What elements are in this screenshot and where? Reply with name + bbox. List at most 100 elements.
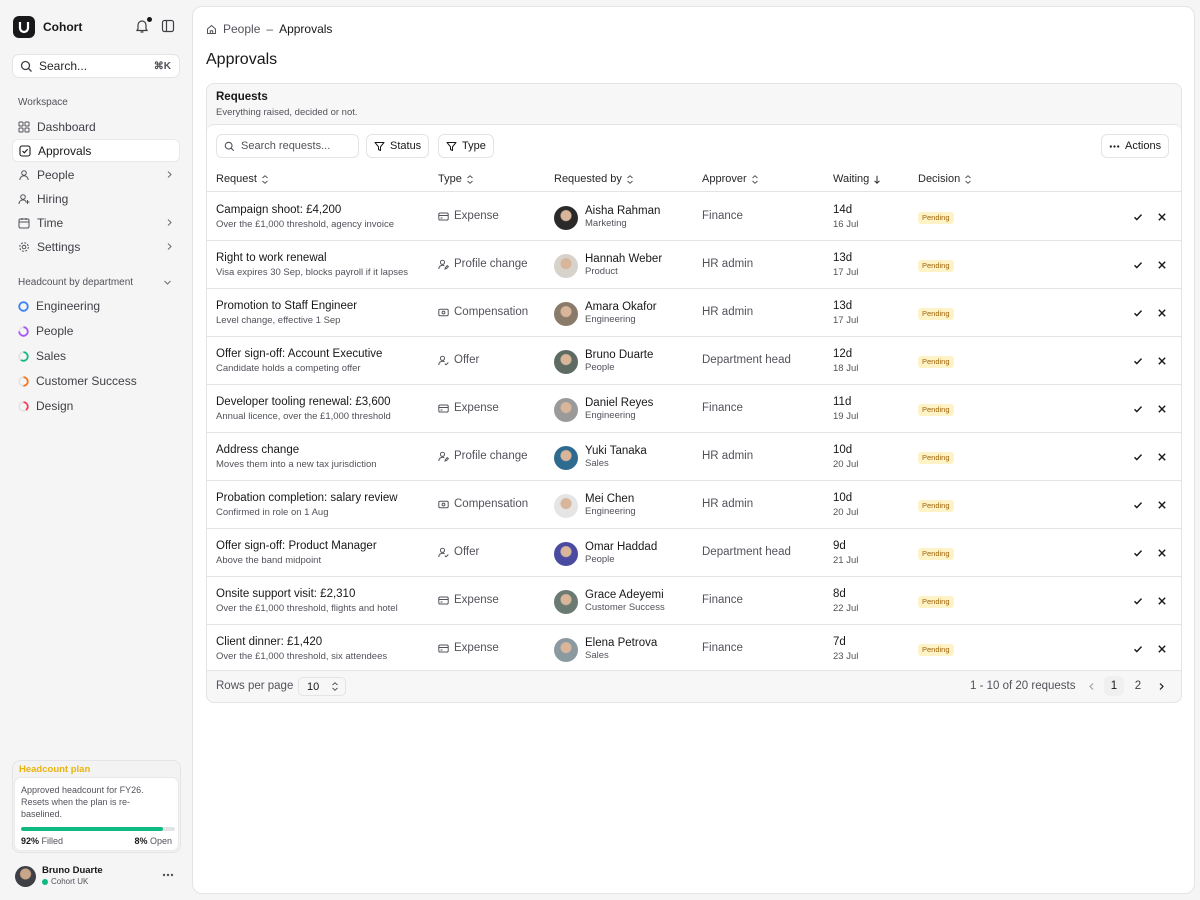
approve-check-icon[interactable]	[1132, 643, 1144, 655]
global-search[interactable]: Search... ⌘K	[12, 54, 180, 78]
app-name: Cohort	[43, 20, 83, 34]
request-cell: Campaign shoot: £4,200 Over the £1,000 th…	[216, 203, 394, 232]
waiting-cell: 8d 22 Jul	[833, 587, 858, 616]
approve-check-icon[interactable]	[1132, 595, 1144, 607]
type-cell: Profile change	[438, 450, 528, 462]
column-header[interactable]: Decision	[918, 173, 972, 185]
reject-close-icon[interactable]	[1156, 259, 1168, 271]
more-horizontal-icon[interactable]	[162, 873, 174, 877]
requester-department: Engineering	[585, 506, 636, 517]
approve-check-icon[interactable]	[1132, 403, 1144, 415]
approve-check-icon[interactable]	[1132, 211, 1144, 223]
column-header[interactable]: Approver	[702, 173, 759, 185]
requests-card: Requests Everything raised, decided or n…	[206, 83, 1182, 703]
type-filter-button[interactable]: Type	[438, 134, 494, 158]
table-row[interactable]: Probation completion: salary review Confi…	[207, 481, 1181, 529]
table-row[interactable]: Offer sign-off: Account Executive Candida…	[207, 337, 1181, 385]
approver-cell: Department head	[702, 354, 791, 366]
approve-check-icon[interactable]	[1132, 259, 1144, 271]
nav-item-time[interactable]: Time	[12, 211, 180, 234]
type-cell: Expense	[438, 402, 499, 414]
request-description: Over the £1,000 threshold, flights and h…	[216, 603, 398, 614]
table-row[interactable]: Right to work renewal Visa expires 30 Sep…	[207, 241, 1181, 289]
nav-item-approvals[interactable]: Approvals	[12, 139, 180, 162]
department-item[interactable]: Customer Success	[18, 374, 137, 388]
cohort-logo-icon	[13, 16, 35, 38]
filter-icon	[374, 141, 385, 151]
plan-title: Headcount plan	[19, 764, 91, 775]
request-cell: Developer tooling renewal: £3,600 Annual …	[216, 395, 391, 424]
breadcrumb-parent[interactable]: People	[223, 22, 260, 36]
column-header[interactable]: Waiting	[833, 173, 881, 185]
notification-dot	[147, 17, 152, 22]
nav-item-hiring[interactable]: Hiring	[12, 187, 180, 210]
breadcrumb: People – Approvals	[206, 22, 332, 36]
nav-item-settings[interactable]: Settings	[12, 235, 180, 258]
column-header[interactable]: Requested by	[554, 173, 634, 185]
chevron-down-icon[interactable]	[163, 278, 172, 287]
column-header[interactable]: Type	[438, 173, 474, 185]
progress-ring-icon	[18, 350, 29, 362]
department-item[interactable]: Engineering	[18, 299, 100, 313]
table-row[interactable]: Offer sign-off: Product Manager Above the…	[207, 529, 1181, 577]
nav-item-people[interactable]: People	[12, 163, 180, 186]
request-description: Annual licence, over the £1,000 threshol…	[216, 411, 391, 422]
approver-cell: Finance	[702, 594, 743, 606]
department-item[interactable]: People	[18, 324, 73, 338]
chevron-right-icon[interactable]	[1157, 682, 1166, 691]
sidebar-toggle-icon[interactable]	[161, 19, 175, 33]
progress-ring-icon	[18, 325, 29, 337]
approve-check-icon[interactable]	[1132, 499, 1144, 511]
page-button-1[interactable]: 1	[1104, 676, 1124, 696]
approver-cell: HR admin	[702, 306, 754, 318]
grid-icon	[18, 121, 30, 132]
approve-check-icon[interactable]	[1132, 451, 1144, 463]
table-row[interactable]: Campaign shoot: £4,200 Over the £1,000 th…	[207, 193, 1181, 241]
reject-close-icon[interactable]	[1156, 451, 1168, 463]
approve-check-icon[interactable]	[1132, 355, 1144, 367]
table-row[interactable]: Onsite support visit: £2,310 Over the £1,…	[207, 577, 1181, 625]
reject-close-icon[interactable]	[1156, 547, 1168, 559]
request-description: Moves them into a new tax jurisdiction	[216, 459, 377, 470]
nav-label: Hiring	[37, 191, 69, 206]
waiting-days: 11d	[833, 396, 852, 408]
approver-cell: Finance	[702, 642, 743, 654]
department-item[interactable]: Sales	[18, 349, 66, 363]
reject-close-icon[interactable]	[1156, 403, 1168, 415]
reject-close-icon[interactable]	[1156, 499, 1168, 511]
reject-close-icon[interactable]	[1156, 355, 1168, 367]
reject-close-icon[interactable]	[1156, 643, 1168, 655]
approve-check-icon[interactable]	[1132, 307, 1144, 319]
reject-close-icon[interactable]	[1156, 595, 1168, 607]
request-title: Promotion to Staff Engineer	[216, 300, 358, 312]
table-row[interactable]: Developer tooling renewal: £3,600 Annual …	[207, 385, 1181, 433]
table-row[interactable]: Promotion to Staff Engineer Level change,…	[207, 289, 1181, 337]
reject-close-icon[interactable]	[1156, 307, 1168, 319]
chevron-left-icon[interactable]	[1087, 682, 1096, 691]
sort-icon	[262, 174, 268, 184]
status-filter-button[interactable]: Status	[366, 134, 430, 158]
user-name: Bruno Duarte	[42, 865, 103, 876]
requested-by-cell: Elena Petrova Sales	[554, 637, 657, 662]
approve-check-icon[interactable]	[1132, 547, 1144, 559]
status-badge: Pending	[918, 260, 954, 272]
request-search-input[interactable]: Search requests...	[216, 134, 359, 158]
rows-per-page-select[interactable]: 10	[298, 677, 346, 696]
table-row[interactable]: Address change Moves them into a new tax …	[207, 433, 1181, 481]
user-profile[interactable]: Bruno Duarte Cohort UK	[15, 865, 103, 887]
brand[interactable]: Cohort	[13, 16, 82, 38]
requested-by-cell: Amara Okafor Engineering	[554, 301, 657, 326]
waiting-days: 9d	[833, 540, 846, 552]
home-icon[interactable]	[206, 24, 217, 35]
nav-label: Time	[37, 215, 64, 230]
chevron-right-icon	[167, 219, 172, 226]
column-header[interactable]: Request	[216, 173, 269, 185]
department-item[interactable]: Design	[18, 399, 73, 413]
table-row[interactable]: Client dinner: £1,420 Over the £1,000 thr…	[207, 625, 1181, 673]
reject-close-icon[interactable]	[1156, 211, 1168, 223]
actions-button[interactable]: Actions	[1101, 134, 1170, 158]
gear-icon	[19, 241, 29, 252]
nav-item-dashboard[interactable]: Dashboard	[12, 115, 180, 138]
department-label: Customer Success	[36, 374, 137, 388]
page-button-2[interactable]: 2	[1128, 676, 1148, 696]
